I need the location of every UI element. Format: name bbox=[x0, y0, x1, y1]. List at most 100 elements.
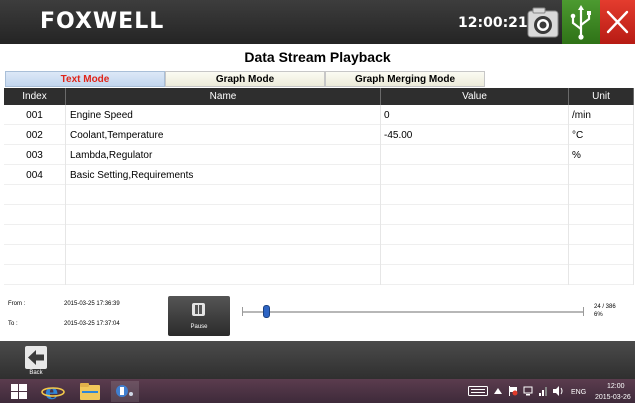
signal-icon[interactable] bbox=[538, 386, 548, 396]
row-value: 0 bbox=[381, 105, 569, 125]
tab-text-mode[interactable]: Text Mode bbox=[5, 71, 165, 87]
row-unit: °C bbox=[569, 125, 634, 145]
row-value bbox=[381, 145, 569, 165]
table-row[interactable] bbox=[4, 245, 634, 265]
screenshot-button[interactable] bbox=[524, 4, 562, 42]
table-row[interactable]: 002 Coolant,Temperature -45.00 °C bbox=[4, 125, 634, 145]
language-indicator[interactable]: ENG bbox=[571, 389, 586, 396]
row-unit bbox=[569, 165, 634, 185]
row-unit bbox=[569, 225, 634, 245]
tab-graph-mode[interactable]: Graph Mode bbox=[165, 71, 325, 87]
row-index bbox=[4, 245, 66, 265]
playback-slider-track[interactable] bbox=[242, 311, 584, 313]
table-row[interactable]: 004 Basic Setting,Requirements bbox=[4, 165, 634, 185]
pause-button[interactable]: Pause bbox=[168, 296, 230, 336]
clock: 12:00:21 bbox=[458, 15, 528, 31]
pause-icon bbox=[192, 303, 205, 316]
top-bar: FOXWELL 12:00:21 bbox=[0, 0, 635, 44]
taskbar-time[interactable]: 12:00 bbox=[607, 383, 625, 390]
back-button[interactable] bbox=[25, 346, 47, 369]
row-index: 004 bbox=[4, 165, 66, 185]
row-unit bbox=[569, 245, 634, 265]
row-value bbox=[381, 265, 569, 285]
tab-graph-merging-mode[interactable]: Graph Merging Mode bbox=[325, 71, 485, 87]
table-row[interactable]: 003 Lambda,Regulator % bbox=[4, 145, 634, 165]
row-name: Lambda,Regulator bbox=[66, 145, 381, 165]
row-name bbox=[66, 205, 381, 225]
column-header-unit: Unit bbox=[569, 88, 634, 105]
row-value bbox=[381, 185, 569, 205]
svg-text:e: e bbox=[45, 381, 58, 402]
pause-label: Pause bbox=[190, 324, 208, 330]
keyboard-icon[interactable] bbox=[468, 386, 488, 396]
progress-percent: 6% bbox=[594, 312, 603, 318]
file-explorer-icon bbox=[80, 383, 100, 400]
taskbar-date[interactable]: 2015-03-26 bbox=[595, 394, 631, 401]
row-unit: /min bbox=[569, 105, 634, 125]
internet-explorer-icon: e bbox=[41, 379, 65, 403]
row-name: Coolant,Temperature bbox=[66, 125, 381, 145]
row-value bbox=[381, 245, 569, 265]
from-label: From : bbox=[8, 301, 26, 307]
table-row[interactable] bbox=[4, 265, 634, 285]
row-index bbox=[4, 185, 66, 205]
data-table: 001 Engine Speed 0 /min 002 Coolant,Temp… bbox=[4, 105, 634, 288]
flag-icon[interactable] bbox=[508, 386, 518, 396]
table-row[interactable]: 001 Engine Speed 0 /min bbox=[4, 105, 634, 125]
to-label: To : bbox=[8, 321, 18, 327]
slider-end-cap bbox=[583, 307, 584, 316]
row-value: -45.00 bbox=[381, 125, 569, 145]
close-icon bbox=[606, 10, 629, 34]
row-name bbox=[66, 225, 381, 245]
to-time: 2015-03-25 17:37:04 bbox=[64, 321, 120, 327]
row-index: 003 bbox=[4, 145, 66, 165]
row-unit bbox=[569, 185, 634, 205]
table-header: Index Name Value Unit bbox=[4, 88, 634, 105]
row-name bbox=[66, 245, 381, 265]
from-time: 2015-03-25 17:36:39 bbox=[64, 301, 120, 307]
row-name: Basic Setting,Requirements bbox=[66, 165, 381, 185]
back-arrow-icon bbox=[25, 346, 47, 369]
app-icon bbox=[116, 385, 133, 397]
row-index bbox=[4, 265, 66, 285]
row-name bbox=[66, 265, 381, 285]
app-window: FOXWELL 12:00:21 Data Stream Playback Te… bbox=[0, 0, 635, 403]
row-index: 001 bbox=[4, 105, 66, 125]
row-index bbox=[4, 205, 66, 225]
row-unit bbox=[569, 205, 634, 225]
row-name bbox=[66, 185, 381, 205]
usb-icon bbox=[570, 5, 591, 40]
row-unit: % bbox=[569, 145, 634, 165]
column-header-index: Index bbox=[4, 88, 66, 105]
mode-tabs: Text Mode Graph Mode Graph Merging Mode bbox=[5, 71, 485, 87]
volume-icon[interactable] bbox=[552, 386, 564, 396]
column-header-value: Value bbox=[381, 88, 569, 105]
windows-start-icon bbox=[11, 384, 27, 399]
row-value bbox=[381, 225, 569, 245]
table-row[interactable] bbox=[4, 225, 634, 245]
page-title: Data Stream Playback bbox=[244, 49, 391, 65]
frame-count: 24 / 386 bbox=[594, 304, 616, 310]
app-taskbar-button[interactable] bbox=[111, 381, 139, 402]
row-value bbox=[381, 205, 569, 225]
table-row[interactable] bbox=[4, 205, 634, 225]
row-index: 002 bbox=[4, 125, 66, 145]
row-index bbox=[4, 225, 66, 245]
camera-icon bbox=[527, 7, 559, 38]
back-label: Back bbox=[29, 370, 43, 376]
table-row[interactable] bbox=[4, 185, 634, 205]
internet-explorer-button[interactable]: e bbox=[41, 379, 67, 403]
up-arrow-icon[interactable] bbox=[494, 388, 502, 394]
row-unit bbox=[569, 265, 634, 285]
start-button[interactable] bbox=[8, 381, 30, 402]
bottom-bar bbox=[0, 341, 635, 379]
column-header-name: Name bbox=[66, 88, 381, 105]
row-value bbox=[381, 165, 569, 185]
brand-logo: FOXWELL bbox=[40, 9, 165, 34]
file-explorer-button[interactable] bbox=[77, 381, 103, 402]
slider-start-cap bbox=[242, 307, 243, 316]
playback-slider-thumb[interactable] bbox=[263, 305, 270, 318]
close-button[interactable] bbox=[600, 0, 635, 44]
network-icon[interactable] bbox=[523, 386, 533, 396]
usb-button[interactable] bbox=[562, 0, 600, 44]
